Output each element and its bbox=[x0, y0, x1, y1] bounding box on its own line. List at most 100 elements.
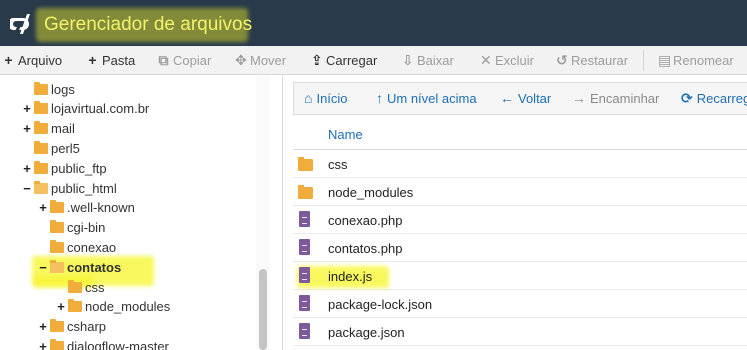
download-button[interactable]: ⇩ Baixar bbox=[402, 46, 454, 75]
home-label: Início bbox=[316, 91, 348, 106]
collapse-icon[interactable]: − bbox=[22, 181, 32, 196]
copy-label: Copiar bbox=[173, 53, 212, 68]
file-row[interactable]: package-lock.json bbox=[293, 290, 747, 318]
forward-button[interactable]: → Encaminhar bbox=[572, 83, 659, 114]
app-title: Gerenciador de arquivos bbox=[44, 14, 253, 35]
arrow-up-icon: ↑ bbox=[376, 90, 383, 106]
tree-item-contatos[interactable]: − contatos bbox=[38, 257, 121, 277]
copy-button[interactable]: ⧉ Copiar bbox=[158, 46, 212, 75]
tree-item-label: .well-known bbox=[67, 199, 135, 215]
expand-icon[interactable]: + bbox=[22, 121, 32, 136]
tree-item-well-known[interactable]: + .well-known bbox=[38, 197, 135, 217]
folder-icon bbox=[298, 157, 313, 171]
file-row[interactable]: index.js bbox=[293, 262, 747, 290]
tree-item-perl5[interactable]: perl5 bbox=[22, 138, 80, 158]
file-row[interactable]: package.json bbox=[293, 318, 747, 346]
upload-button[interactable]: ⇪ Carregar bbox=[311, 46, 377, 75]
folder-tree: logs + lojavirtual.com.br + mail perl5 + pu… bbox=[0, 76, 283, 350]
folder-icon bbox=[68, 298, 82, 312]
navigation-bar: ⌂ Início ↑ Um nível acima ← Voltar → Encamin… bbox=[293, 82, 747, 115]
folder-icon bbox=[34, 81, 48, 95]
tree-item-public-html[interactable]: − public_html bbox=[22, 178, 117, 198]
reload-label: Recarregar bbox=[696, 91, 747, 106]
folder-icon bbox=[50, 199, 64, 213]
folder-icon bbox=[50, 239, 64, 253]
rename-label: Renomear bbox=[673, 53, 734, 68]
tree-item-label: cgi-bin bbox=[67, 219, 106, 235]
restore-icon: ↺ bbox=[556, 52, 568, 68]
file-name: package-lock.json bbox=[328, 297, 433, 312]
tree-item-label: lojavirtual.com.br bbox=[51, 100, 150, 116]
tree-item-node-modules[interactable]: + node_modules bbox=[56, 296, 170, 316]
expand-icon[interactable]: + bbox=[22, 161, 32, 176]
tree-item-lojavirtual[interactable]: + lojavirtual.com.br bbox=[22, 98, 149, 118]
file-row[interactable]: node_modules bbox=[293, 178, 747, 206]
file-icon bbox=[299, 295, 310, 311]
tree-item-label: public_ftp bbox=[51, 160, 107, 176]
copy-icon: ⧉ bbox=[158, 52, 169, 68]
collapse-icon[interactable]: − bbox=[38, 260, 48, 275]
app-header: Gerenciador de arquivos bbox=[0, 0, 747, 46]
up-one-level-label: Um nível acima bbox=[387, 91, 477, 106]
toolbar-divider bbox=[643, 50, 644, 71]
folder-icon bbox=[34, 100, 48, 114]
folder-icon bbox=[50, 338, 64, 350]
tree-item-dialogflow-master[interactable]: + dialogflow-master bbox=[38, 336, 169, 350]
download-label: Baixar bbox=[417, 53, 454, 68]
tree-item-label: css bbox=[85, 279, 105, 295]
new-folder-button[interactable]: + Pasta bbox=[87, 46, 135, 75]
expand-icon[interactable]: + bbox=[56, 299, 66, 314]
arrow-left-icon: ← bbox=[500, 90, 514, 106]
file-icon bbox=[299, 267, 310, 283]
up-one-level-button[interactable]: ↑ Um nível acima bbox=[376, 83, 477, 114]
back-label: Voltar bbox=[518, 91, 552, 106]
toolbar: + Arquivo + Pasta ⧉ Copiar ✥ Mover ⇪ Carregar… bbox=[0, 46, 747, 75]
rename-icon: ▤ bbox=[658, 52, 672, 68]
expand-icon[interactable]: + bbox=[38, 200, 48, 215]
move-button[interactable]: ✥ Mover bbox=[235, 46, 286, 75]
file-row[interactable]: conexao.php bbox=[293, 206, 747, 234]
tree-item-csharp[interactable]: + csharp bbox=[38, 316, 106, 336]
home-icon: ⌂ bbox=[304, 90, 313, 106]
rename-button[interactable]: ▤ Renomear bbox=[658, 46, 734, 75]
tree-item-label: perl5 bbox=[51, 140, 80, 156]
new-folder-label: Pasta bbox=[102, 53, 136, 68]
expand-icon[interactable]: + bbox=[38, 319, 48, 334]
folder-icon bbox=[68, 279, 82, 293]
upload-icon: ⇪ bbox=[311, 52, 323, 68]
upload-label: Carregar bbox=[326, 53, 378, 68]
delete-button[interactable]: ✕ Excluir bbox=[480, 46, 534, 75]
tree-item-public-ftp[interactable]: + public_ftp bbox=[22, 158, 107, 178]
file-name: conexao.php bbox=[328, 213, 403, 228]
plus-icon: + bbox=[88, 52, 97, 68]
tree-item-css[interactable]: css bbox=[56, 277, 105, 297]
expand-icon[interactable]: + bbox=[38, 339, 48, 350]
tree-item-logs[interactable]: logs bbox=[22, 79, 75, 99]
expand-icon[interactable]: + bbox=[22, 101, 32, 116]
restore-button[interactable]: ↺ Restaurar bbox=[556, 46, 628, 75]
delete-icon: ✕ bbox=[480, 52, 492, 68]
file-name: css bbox=[328, 157, 348, 172]
file-icon bbox=[299, 239, 310, 255]
folder-icon bbox=[50, 318, 64, 332]
tree-item-mail[interactable]: + mail bbox=[22, 118, 75, 138]
tree-scrollbar-thumb[interactable] bbox=[259, 269, 267, 350]
column-header-name[interactable]: Name bbox=[328, 127, 363, 142]
tree-item-conexao[interactable]: conexao bbox=[38, 237, 116, 257]
back-button[interactable]: ← Voltar bbox=[500, 83, 551, 114]
cpanel-logo-icon[interactable] bbox=[10, 12, 36, 36]
tree-item-label: contatos bbox=[67, 259, 122, 275]
home-button[interactable]: ⌂ Início bbox=[304, 83, 348, 114]
tree-item-label: dialogflow-master bbox=[67, 338, 169, 350]
file-row[interactable]: css bbox=[293, 150, 747, 178]
tree-item-label: csharp bbox=[67, 318, 107, 334]
reload-button[interactable]: ⟳Recarregar bbox=[681, 83, 747, 114]
folder-icon bbox=[34, 160, 48, 174]
restore-label: Restaurar bbox=[571, 53, 629, 68]
new-file-button[interactable]: + Arquivo bbox=[3, 46, 62, 75]
file-row[interactable]: contatos.php bbox=[293, 234, 747, 262]
tree-item-label: public_html bbox=[51, 180, 117, 196]
file-name: index.js bbox=[328, 269, 373, 284]
tree-item-cgi-bin[interactable]: cgi-bin bbox=[38, 217, 105, 237]
move-icon: ✥ bbox=[235, 52, 247, 68]
